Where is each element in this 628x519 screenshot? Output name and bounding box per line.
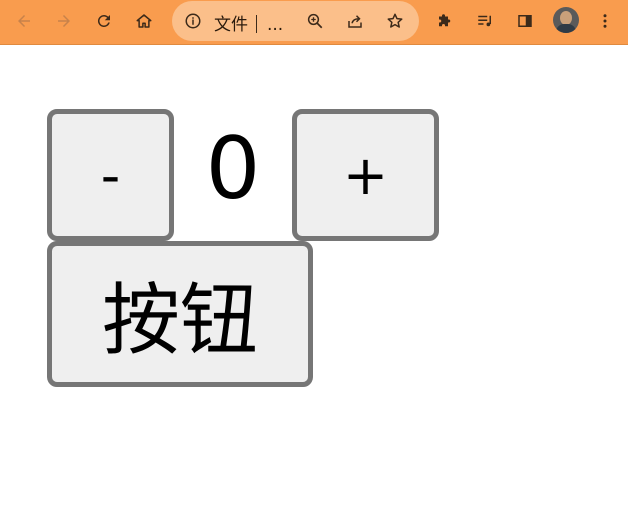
avatar-face (560, 11, 572, 25)
increment-button[interactable]: + (292, 109, 439, 241)
reload-icon (97, 14, 110, 27)
browser-toolbar: 文件... (0, 0, 628, 45)
more-vertical-icon (603, 14, 607, 28)
home-button[interactable] (131, 8, 157, 34)
puzzle-icon (439, 14, 451, 27)
media-button[interactable] (472, 8, 498, 34)
forward-arrow-icon (58, 15, 70, 27)
zoom-icon[interactable] (306, 12, 324, 30)
back-button[interactable] (11, 8, 37, 34)
back-arrow-icon (18, 15, 30, 27)
counter-value: 0 (205, 119, 261, 219)
star-icon[interactable] (386, 12, 404, 30)
avatar[interactable] (553, 7, 579, 33)
side-panel-button[interactable] (512, 8, 538, 34)
share-icon[interactable] (346, 12, 364, 30)
menu-button[interactable] (592, 8, 618, 34)
info-icon[interactable] (184, 12, 202, 30)
extensions-button[interactable] (432, 8, 458, 34)
address-scheme-label: 文件 (214, 15, 248, 35)
avatar-body (556, 24, 576, 33)
forward-button[interactable] (51, 8, 77, 34)
address-url: ... (267, 15, 284, 35)
address-separator (256, 15, 257, 33)
side-panel-icon (518, 15, 532, 27)
address-bar[interactable]: 文件... (172, 1, 419, 41)
decrement-button[interactable]: - (47, 109, 174, 241)
main-button[interactable]: 按钮 (47, 241, 313, 387)
media-queue-icon (478, 15, 491, 27)
address-text: 文件... (214, 10, 283, 35)
reload-button[interactable] (91, 8, 117, 34)
home-icon (136, 14, 152, 28)
